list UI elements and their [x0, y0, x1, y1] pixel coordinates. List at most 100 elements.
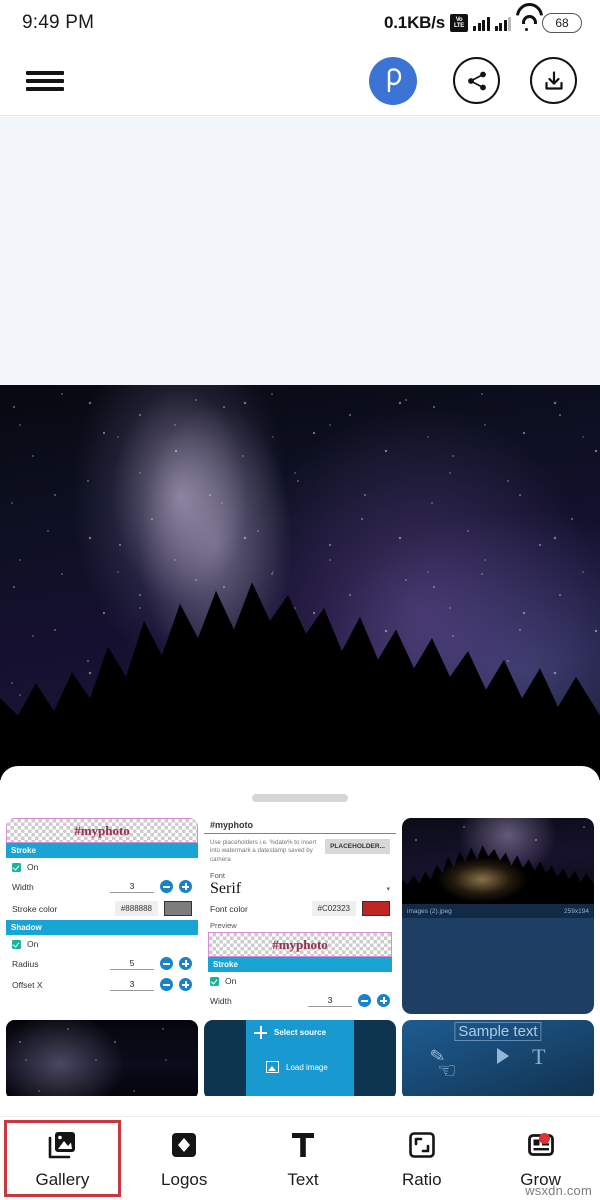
download-button[interactable] [530, 57, 577, 104]
grow-badge-dot [538, 1133, 550, 1144]
shadow-radius-row[interactable]: Radius 5 [6, 953, 198, 974]
font-value: Serif [210, 880, 242, 898]
checkbox-icon[interactable] [210, 976, 219, 986]
nav-item-logos[interactable]: Logos [129, 1120, 240, 1197]
plus-icon[interactable] [179, 978, 192, 991]
font-color-label: Font color [210, 903, 248, 914]
share-icon [467, 71, 486, 90]
night-sky-thumbnail [6, 1020, 198, 1096]
stroke-width-value[interactable]: 3 [308, 995, 352, 1007]
aspect-ratio-icon [404, 1127, 440, 1163]
minus-icon[interactable] [160, 957, 173, 970]
editor-canvas[interactable] [0, 117, 600, 782]
minus-icon[interactable] [358, 994, 371, 1008]
nav-item-text[interactable]: Text [248, 1120, 359, 1197]
stroke-color-label: Stroke color [12, 903, 58, 914]
shadow-offset-x-label: Offset X [12, 979, 43, 990]
stroke-width-label: Width [12, 881, 34, 892]
stroke-color-swatch[interactable] [164, 901, 192, 916]
shadow-radius-value[interactable]: 5 [110, 958, 154, 970]
chevron-down-icon[interactable]: ▾ [386, 885, 390, 893]
nav-label-gallery: Gallery [35, 1170, 90, 1189]
article-grow-icon [523, 1127, 559, 1163]
nav-item-ratio[interactable]: Ratio [366, 1120, 477, 1197]
stroke-color-row[interactable]: Stroke color #888888 [6, 897, 198, 920]
section-header-stroke: Stroke [208, 957, 392, 973]
minus-icon[interactable] [160, 978, 173, 991]
stroke-on-row[interactable]: On [6, 858, 198, 876]
font-color-value[interactable]: #C02323 [311, 901, 356, 917]
plus-icon[interactable] [179, 880, 192, 893]
minus-icon[interactable] [160, 880, 173, 893]
nav-item-gallery[interactable]: Gallery [4, 1120, 121, 1197]
gallery-thumbnail-grid: #myphoto Stroke On Width 3 Stroke color … [0, 818, 600, 1096]
load-image-row: Load image [266, 1061, 328, 1073]
font-settings-screenshot: #myphoto Use placeholders i.e. %date% to… [204, 818, 396, 1014]
photo-meta-bar: images (2).jpeg 259x194 [402, 904, 594, 918]
photopills-p-logo-icon[interactable] [369, 56, 417, 105]
volte-icon: Vo LTE [450, 14, 468, 32]
network-speed-text: 0.1KB/s [384, 13, 445, 32]
stroke-on-label: On [27, 862, 39, 872]
placeholder-hint-row: Use placeholders i.e. %date% to insert i… [204, 834, 396, 869]
stroke-width-value[interactable]: 3 [110, 881, 154, 893]
status-clock: 9:49 PM [22, 12, 95, 33]
signal-strength-icon-sim2 [494, 16, 511, 31]
font-label: Font [210, 871, 226, 881]
gallery-thumbnail-item[interactable]: Sample text ✎ ☜ T [402, 1020, 594, 1096]
image-icon [266, 1061, 279, 1073]
select-source-screenshot: Select source Load image [204, 1020, 396, 1096]
gallery-thumbnail-item[interactable]: Select source Load image [204, 1020, 396, 1096]
plus-icon[interactable] [377, 994, 390, 1008]
app-toolbar [0, 46, 600, 116]
app-root: 9:49 PM 0.1KB/s Vo LTE 68 #myphoto Strok… [0, 0, 600, 1200]
gallery-thumbnail-item[interactable]: #myphoto Stroke On Width 3 Stroke color … [6, 818, 198, 1014]
font-color-swatch[interactable] [362, 901, 390, 917]
watermark-text-field[interactable]: #myphoto [204, 820, 396, 834]
stroke-width-row[interactable]: Width 3 [204, 990, 396, 1011]
battery-indicator: 68 [542, 13, 582, 33]
bottom-sheet-drag-handle[interactable] [252, 794, 348, 802]
nav-label-logos: Logos [161, 1170, 208, 1189]
gallery-images-icon [44, 1127, 80, 1163]
watermark-preview-text: #myphoto [272, 936, 328, 952]
watermark-preview: #myphoto [208, 932, 392, 958]
gallery-thumbnail-item[interactable]: images (2).jpeg 259x194 [402, 818, 594, 1014]
plus-icon[interactable] [179, 957, 192, 970]
section-header-stroke: Stroke [6, 843, 198, 858]
bottom-navigation-bar: Gallery Logos Text Ratio Grow wsxdn.com [0, 1116, 600, 1200]
shadow-offset-x-row[interactable]: Offset X 3 [6, 974, 198, 995]
share-button[interactable] [453, 57, 500, 104]
diamond-logo-icon [166, 1127, 202, 1163]
checkbox-icon[interactable] [12, 862, 21, 872]
download-icon [544, 70, 563, 90]
photo-filename: images (2).jpeg [407, 907, 452, 915]
checkbox-icon[interactable] [12, 939, 21, 949]
gallery-thumbnail-item[interactable] [6, 1020, 198, 1096]
stroke-width-row[interactable]: Width 3 [6, 876, 198, 897]
photo-thumbnail [402, 818, 594, 904]
play-icon [497, 1048, 509, 1064]
gallery-thumbnail-item[interactable]: #myphoto Use placeholders i.e. %date% to… [204, 818, 396, 1014]
section-header-shadow: Shadow [6, 920, 198, 935]
placeholder-hint-text: Use placeholders i.e. %date% to insert i… [210, 839, 317, 863]
font-select[interactable]: Serif ▾ [204, 880, 396, 898]
shadow-radius-label: Radius [12, 958, 39, 969]
status-bar: 9:49 PM 0.1KB/s Vo LTE 68 [0, 0, 600, 46]
shadow-on-label: On [27, 939, 39, 949]
stroke-color-value[interactable]: #888888 [114, 901, 158, 916]
volte-icon-bottom: LTE [454, 23, 464, 29]
hand-pointer-icon: ☜ [437, 1058, 457, 1083]
shadow-offset-x-value[interactable]: 3 [110, 979, 154, 991]
watermark-preview: #myphoto [6, 818, 198, 843]
shadow-on-row[interactable]: On [6, 935, 198, 953]
placeholder-button[interactable]: PLACEHOLDER... [325, 839, 390, 854]
font-color-row[interactable]: Font color #C02323 [204, 898, 396, 919]
select-source-title-row: Select source [254, 1026, 326, 1039]
hamburger-menu-icon[interactable] [26, 67, 64, 95]
photo-with-meta-screenshot: images (2).jpeg 259x194 [402, 818, 594, 1014]
edited-photo[interactable] [0, 385, 600, 780]
sample-text-label: Sample text [454, 1022, 542, 1041]
stroke-on-row[interactable]: On [204, 972, 396, 990]
wifi-icon [516, 15, 537, 31]
